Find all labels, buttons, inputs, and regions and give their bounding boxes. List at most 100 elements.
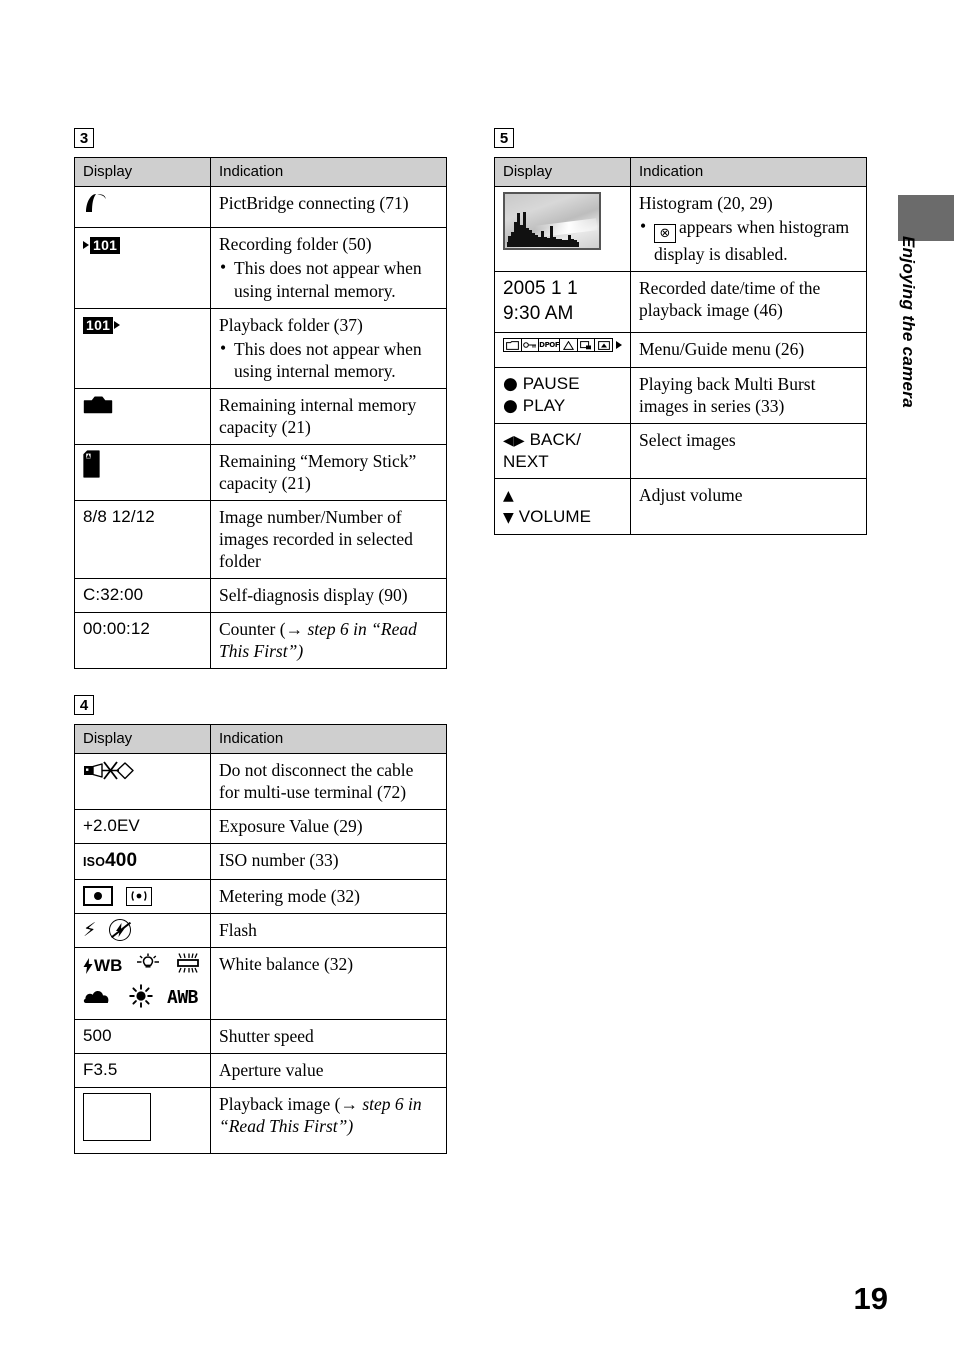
indication-prefix: Playback image ( [219, 1094, 341, 1115]
indication-cell: PictBridge connecting (71) [210, 185, 447, 229]
next-label: NEXT [503, 451, 549, 471]
indication-cell: Metering mode (32) [210, 879, 447, 915]
indication-cell: Image number/Number of images recorded i… [210, 499, 447, 580]
table-header-row: Display Indication [74, 157, 447, 187]
column-header-display: Display [74, 724, 211, 755]
section-marker-4: 4 [74, 695, 94, 716]
table-row: 8/8 12/12 Image number/Number of images … [74, 499, 447, 580]
arrow-glyph: → [285, 619, 304, 640]
iso-value: 400 [105, 850, 138, 872]
display-cell: DPOF [494, 332, 631, 368]
indication-cell: Histogram (20, 29) ⊗appears when histogr… [630, 185, 867, 273]
display-cell [74, 879, 211, 915]
rotate-icon [594, 338, 613, 353]
arrow-glyph: → [340, 1094, 358, 1115]
table-row: 2005 1 1 9:30 AM Recorded date/time of t… [494, 271, 867, 334]
metering-mode-icons [83, 885, 202, 907]
protect-key-icon [520, 338, 540, 353]
table-row: Playback image (→ step 6 in “Read This F… [74, 1087, 447, 1154]
indication-cell: White balance (32) [210, 947, 447, 1021]
flash-off-icon [109, 919, 132, 942]
table-row: Do not disconnect the cable for multi-us… [74, 753, 447, 811]
indication-cell: Remaining “Memory Stick” capacity (21) [210, 443, 447, 501]
flash-on-icon: ⚡ [83, 918, 97, 941]
folder-menu-icon [503, 338, 522, 353]
display-cell: ISO400 [74, 843, 211, 881]
center-weighted-metering-icon [126, 886, 152, 906]
play-label: PLAY [522, 395, 566, 415]
left-column: 3 Display Indication PictBridge connecti… [74, 128, 447, 1154]
flash-icons: ⚡ [83, 918, 202, 942]
flash-white-balance-icon: WB [83, 955, 123, 976]
internal-memory-icon [83, 394, 113, 414]
indication-cell: Adjust volume [630, 478, 867, 535]
indication-suffix: ) [347, 1116, 354, 1137]
indication-note: This does not appear when using internal… [219, 256, 438, 301]
indication-suffix: ) [297, 641, 304, 662]
display-cell [74, 185, 211, 229]
spot-metering-icon [83, 886, 113, 907]
column-header-indication: Indication [210, 724, 447, 755]
display-cell: 101 [74, 307, 211, 389]
indication-cell: Playback image (→ step 6 in “Read This F… [210, 1087, 447, 1154]
right-column: 5 Display Indication Histogram (20, 29) … [494, 128, 867, 535]
daylight-wb-icon [128, 983, 154, 1013]
indication-cell: Do not disconnect the cable for multi-us… [210, 753, 447, 811]
histogram-bars [508, 202, 577, 246]
volume-label: VOLUME [518, 506, 592, 526]
display-cell: 2005 1 1 9:30 AM [494, 271, 631, 334]
indication-cell: Remaining internal memory capacity (21) [210, 387, 447, 445]
recorded-date: 2005 1 1 [503, 278, 578, 300]
section-marker-5: 5 [494, 128, 514, 148]
display-cell: ▲ ▼ VOLUME [494, 478, 631, 535]
resize-icon [576, 338, 596, 353]
recorded-time: 9:30 AM [503, 302, 574, 324]
volume-icon: ▲ ▼ [503, 488, 514, 526]
indication-text: Recording folder (50) [219, 234, 372, 255]
iso-number-icon: ISO400 [83, 850, 138, 872]
table-row: Remaining “Memory Stick” capacity (21) [74, 443, 447, 501]
histogram-disabled-icon: ⊗ [654, 224, 676, 244]
pictbridge-icon [83, 192, 109, 216]
indication-cell: Playing back Multi Burst images in serie… [630, 366, 867, 425]
table-row: Metering mode (32) [74, 879, 447, 915]
multiburst-play-icon: ● PLAY [503, 395, 566, 416]
table-row: ⚡ Flash [74, 913, 447, 949]
table-header-row: Display Indication [494, 157, 867, 187]
iso-prefix: ISO [83, 855, 106, 870]
indication-note: This does not appear when using internal… [219, 337, 438, 382]
indication-cell: Exposure Value (29) [210, 809, 447, 845]
indication-cell: Recorded date/time of the playback image… [630, 271, 867, 334]
column-header-indication: Indication [210, 157, 447, 187]
fluorescent-wb-icon [173, 953, 203, 978]
print-icon [559, 338, 578, 353]
display-cell: WB AWB [74, 947, 211, 1021]
table-header-row: Display Indication [74, 724, 447, 755]
display-cell: ⚡ [74, 913, 211, 949]
auto-white-balance-icon: AWB [167, 987, 199, 1009]
display-cell [494, 185, 631, 273]
table-row: Remaining internal memory capacity (21) [74, 387, 447, 445]
incandescent-wb-icon [136, 953, 160, 978]
indication-cell: Self-diagnosis display (90) [210, 578, 447, 614]
back-label: BACK/ [529, 430, 582, 450]
white-balance-icons: WB AWB [83, 953, 202, 1013]
table-row: ● PAUSE ● PLAY Playing back Multi Burst … [494, 366, 867, 425]
display-cell: +2.0EV [74, 809, 211, 845]
column-header-display: Display [494, 157, 631, 187]
indication-cell: Shutter speed [210, 1019, 447, 1055]
table-row: WB AWB White balance (32) [74, 947, 447, 1021]
indication-text: Histogram (20, 29) [639, 193, 773, 213]
indication-cell: Aperture value [210, 1053, 447, 1089]
table-section-5: Display Indication Histogram (20, 29) • … [494, 157, 867, 535]
display-cell: 101 [74, 227, 211, 309]
table-row: C:32:00 Self-diagnosis display (90) [74, 578, 447, 614]
indication-text: Playback folder (37) [219, 314, 363, 335]
table-row: Histogram (20, 29) ⊗appears when histogr… [494, 185, 867, 273]
display-cell: 500 [74, 1019, 211, 1055]
table-row: ◀▶ BACK/ NEXT Select images [494, 423, 867, 480]
table-row: PictBridge connecting (71) [74, 185, 447, 229]
display-cell: 8/8 12/12 [74, 499, 211, 580]
display-cell: F3.5 [74, 1053, 211, 1089]
dpof-icon: DPOF [538, 338, 561, 353]
